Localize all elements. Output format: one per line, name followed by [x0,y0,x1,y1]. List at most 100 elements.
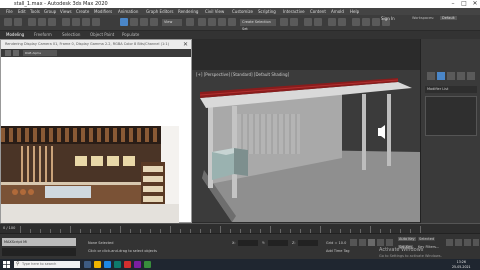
snaps-toggle-icon[interactable] [198,18,206,26]
save-image-icon[interactable] [5,50,11,56]
menu-file[interactable]: File [6,8,13,15]
maximize-button[interactable]: □ [459,0,469,8]
channel-dropdown[interactable]: RGB Alpha [23,50,57,56]
chrome-browser-icon[interactable] [124,261,131,268]
auto-key-button[interactable]: Auto Key [398,237,416,241]
file-explorer-icon[interactable] [94,261,101,268]
menu-rendering[interactable]: Rendering [178,8,198,15]
maximize-viewport-icon[interactable] [473,239,479,246]
select-and-place-icon[interactable] [150,18,158,26]
rectangle-selection-icon[interactable] [82,18,90,26]
z-coordinate-field[interactable] [298,240,318,246]
material-editor-icon[interactable] [352,18,360,26]
menu-interactive[interactable]: Interactive [283,8,305,15]
play-icon[interactable] [368,239,375,246]
hierarchy-tab-icon[interactable] [447,72,455,80]
close-button[interactable]: ✕ [470,0,480,8]
pan-view-icon[interactable] [464,239,471,246]
x-coordinate-field[interactable] [238,240,258,246]
reference-coordinate-dropdown[interactable]: View [162,19,182,26]
menu-customize[interactable]: Customize [232,8,253,15]
menu-help[interactable]: Help [350,8,359,15]
menu-tools[interactable]: Tools [30,8,40,15]
unlink-icon[interactable] [38,18,46,26]
y-coordinate-field[interactable] [268,240,288,246]
add-time-tag[interactable]: Add Time Tag [326,249,350,253]
maxscript-listener[interactable]: MAXScript Mi [2,238,76,246]
modifier-stack[interactable] [425,96,477,136]
undo-icon[interactable] [4,18,12,26]
menu-create[interactable]: Create [76,8,89,15]
pivot-center-icon[interactable] [186,18,194,26]
menu-group[interactable]: Group [44,8,56,15]
menu-graph-editors[interactable]: Graph Editors [146,8,173,15]
edge-browser-icon[interactable] [104,261,111,268]
timeline[interactable]: 0 / 100 [0,223,480,234]
menu-civil-view[interactable]: Civil View [205,8,224,15]
menu-arnold[interactable]: Arnold [331,8,344,15]
redo-icon[interactable] [14,18,22,26]
go-to-end-icon[interactable] [386,239,393,246]
motion-tab-icon[interactable] [457,72,465,80]
previous-frame-icon[interactable] [359,239,366,246]
taskbar-search-input[interactable]: Type here to search [14,261,80,268]
mirror-icon[interactable] [280,18,288,26]
display-tab-icon[interactable] [467,72,475,80]
select-and-move-icon[interactable] [120,18,128,26]
spinner-snap-icon[interactable] [228,18,236,26]
select-and-rotate-icon[interactable] [130,18,138,26]
select-and-scale-icon[interactable] [140,18,148,26]
rendered-frame-window-icon[interactable] [372,18,380,26]
pointer-cursor-icon [378,125,385,139]
percent-snap-icon[interactable] [218,18,226,26]
menu-animation[interactable]: Animation [118,8,138,15]
select-object-icon[interactable] [62,18,70,26]
schematic-view-icon[interactable] [338,18,346,26]
ribbon-tab-selection[interactable]: Selection [62,31,80,39]
media-app-icon[interactable] [134,261,141,268]
taskbar-clock[interactable]: 13:26 25-05-2021 [452,260,471,269]
angle-snap-icon[interactable] [208,18,216,26]
menu-edit[interactable]: Edit [18,8,26,15]
render-setup-icon[interactable] [362,18,370,26]
time-slider-frame[interactable]: 0 / 100 [3,226,15,230]
close-icon[interactable]: ✕ [183,40,188,49]
menu-modifiers[interactable]: Modifiers [94,8,112,15]
ribbon-tab-modeling[interactable]: Modeling [6,31,24,39]
zoom-extents-icon[interactable] [446,239,453,246]
window-crossing-icon[interactable] [92,18,100,26]
curve-editor-icon[interactable] [328,18,336,26]
modify-tab-icon[interactable] [437,72,445,80]
task-view-icon[interactable] [84,261,91,268]
ribbon-tab-freeform[interactable]: Freeform [34,31,52,39]
windows-start-icon[interactable] [3,261,10,268]
minimize-button[interactable]: – [448,0,458,8]
3ds-max-taskbar-icon[interactable] [114,261,121,268]
link-icon[interactable] [28,18,36,26]
excel-app-icon[interactable] [144,261,151,268]
selected-dropdown[interactable]: Selected [418,237,436,241]
perspective-viewport[interactable]: [+] [Perspective] [Standard] [Default Sh… [192,70,420,222]
named-selection-sets-dropdown[interactable]: Create Selection Set [240,19,276,31]
z-label: Z: [292,241,296,245]
ribbon-tab-populate[interactable]: Populate [122,31,139,39]
bind-space-warp-icon[interactable] [48,18,56,26]
orbit-icon[interactable] [455,239,462,246]
menu-content[interactable]: Content [310,8,326,15]
ribbon-tab-object-paint[interactable]: Object Paint [90,31,114,39]
go-to-start-icon[interactable] [350,239,357,246]
layer-explorer-icon[interactable] [314,18,322,26]
maxscript-output[interactable] [2,248,76,256]
sign-in-link[interactable]: Sign In [381,16,395,21]
copy-image-icon[interactable] [13,50,19,56]
create-tab-icon[interactable] [427,72,435,80]
select-by-name-icon[interactable] [72,18,80,26]
workspace-dropdown[interactable]: Default [440,16,457,20]
modifier-list-dropdown[interactable]: Modifier List [425,86,477,93]
menu-views[interactable]: Views [60,8,72,15]
menu-scripting[interactable]: Scripting [258,8,276,15]
align-icon[interactable] [290,18,298,26]
y-label: Y: [262,241,265,245]
next-frame-icon[interactable] [377,239,384,246]
scene-explorer-icon[interactable] [304,18,312,26]
